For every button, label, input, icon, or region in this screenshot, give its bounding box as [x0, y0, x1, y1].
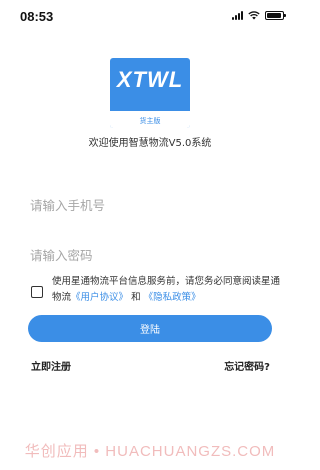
agreement-conjunction: 和	[131, 292, 141, 303]
password-input[interactable]	[30, 240, 270, 270]
app-logo: XTWL 货主版	[110, 58, 190, 128]
signal-icon	[232, 11, 243, 20]
battery-icon	[265, 11, 286, 20]
forgot-password-link[interactable]: 忘记密码?	[224, 358, 270, 373]
wifi-icon	[248, 11, 260, 20]
agreement-text: 使用星通物流平台信息服务前，请您务必同意阅读星通物流《用户协议》 和 《隐私政策…	[52, 274, 280, 306]
user-agreement-link[interactable]: 《用户协议》	[71, 292, 128, 303]
status-icons	[232, 11, 286, 20]
privacy-policy-link[interactable]: 《隐私政策》	[144, 292, 201, 303]
agreement-checkbox[interactable]	[31, 286, 43, 298]
logo-text: XTWL	[116, 67, 184, 92]
phone-input[interactable]	[30, 190, 270, 220]
status-time: 08:53	[20, 9, 54, 24]
welcome-text: 欢迎使用智慧物流V5.0系统	[88, 138, 212, 149]
logo-subtitle: 货主版	[139, 117, 161, 125]
login-button[interactable]: 登陆	[28, 315, 272, 342]
login-page: 08:53 XTWL 货主版 欢迎使用智慧物流V5.0系统 使用星通物流平台信息…	[0, 0, 300, 470]
register-link[interactable]: 立即注册	[31, 358, 71, 373]
watermark: 华创应用 • HUACHUANGZS.COM	[24, 443, 276, 460]
status-bar: 08:53	[0, 0, 300, 34]
